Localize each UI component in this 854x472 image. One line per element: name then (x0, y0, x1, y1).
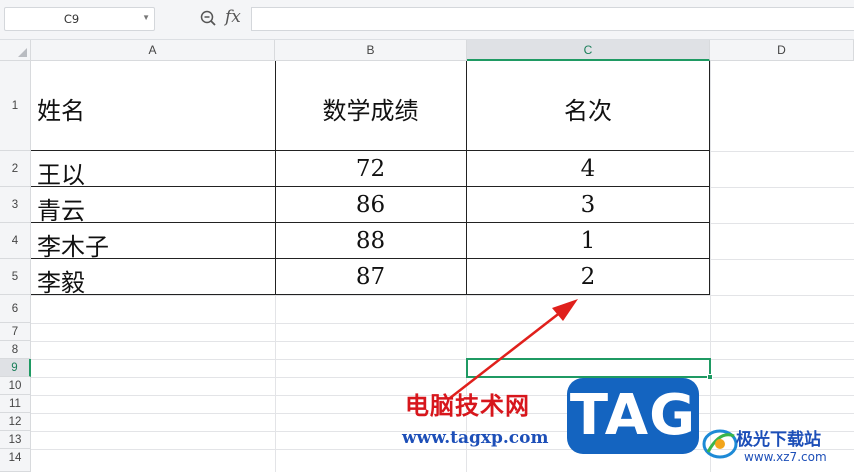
table-border (31, 222, 710, 223)
cell-score[interactable]: 87 (275, 264, 466, 290)
column-header-a[interactable]: A (31, 40, 275, 61)
table-border (31, 294, 710, 295)
column-header-b[interactable]: B (275, 40, 467, 61)
gridline (710, 61, 711, 472)
cell-b1-header-score[interactable]: 数学成绩 (275, 91, 466, 126)
select-all-button[interactable] (0, 40, 31, 61)
row-header-9[interactable]: 9 (0, 359, 31, 377)
cell-name[interactable]: 李毅 (37, 263, 85, 298)
gridline (31, 295, 710, 296)
column-header-c[interactable]: C (467, 40, 710, 61)
cell-score[interactable]: 88 (275, 228, 466, 254)
row-header-10[interactable]: 10 (0, 377, 31, 395)
cell-reference: C9 (63, 12, 80, 26)
row-header-4[interactable]: 4 (0, 223, 31, 259)
gridline (710, 295, 854, 296)
cell-score[interactable]: 86 (275, 192, 466, 218)
row-header-7[interactable]: 7 (0, 323, 31, 341)
row-header-2[interactable]: 2 (0, 151, 31, 187)
gridline (31, 341, 854, 342)
table-border (31, 186, 710, 187)
row-header-8[interactable]: 8 (0, 341, 31, 359)
name-box[interactable]: C9 ▼ (4, 7, 155, 31)
gridline (710, 151, 854, 152)
cell-c1-header-rank[interactable]: 名次 (466, 91, 710, 126)
tag-logo: TAG (567, 378, 699, 454)
row-header-1[interactable]: 1 (0, 61, 31, 151)
cell-a1-header-name[interactable]: 姓名 (37, 91, 85, 126)
row-header-5[interactable]: 5 (0, 259, 31, 295)
table-border (31, 258, 710, 259)
row-header-14[interactable]: 14 (0, 449, 31, 472)
formula-bar: C9 ▼ fx (0, 0, 854, 40)
jiguang-title: 极光下载站 (736, 430, 821, 450)
fx-icon[interactable]: fx (225, 7, 241, 27)
cell-rank[interactable]: 3 (466, 192, 710, 218)
cell-rank[interactable]: 1 (466, 228, 710, 254)
row-header-12[interactable]: 12 (0, 413, 31, 431)
gridline (31, 359, 854, 360)
gridline (710, 259, 854, 260)
table-border (31, 150, 710, 151)
cell-name[interactable]: 李木子 (37, 227, 109, 262)
fill-handle[interactable] (707, 374, 713, 380)
jiguang-url: www.xz7.com (744, 450, 827, 464)
row-header-13[interactable]: 13 (0, 431, 31, 449)
select-all-icon (18, 48, 27, 57)
zoom-formula-icon[interactable] (199, 9, 219, 29)
gridline (710, 223, 854, 224)
cell-rank[interactable]: 2 (466, 264, 710, 290)
row-header-11[interactable]: 11 (0, 395, 31, 413)
watermark-site-name: 电脑技术网 (405, 392, 530, 420)
column-header-d[interactable]: D (710, 40, 854, 61)
gridline (31, 377, 854, 378)
gridline (31, 323, 854, 324)
formula-input[interactable] (251, 7, 854, 31)
cell-rank[interactable]: 4 (466, 156, 710, 182)
row-header-3[interactable]: 3 (0, 187, 31, 223)
cell-score[interactable]: 72 (275, 156, 466, 182)
cell-name[interactable]: 青云 (37, 191, 85, 226)
cell-name[interactable]: 王以 (37, 155, 85, 190)
row-header-6[interactable]: 6 (0, 295, 31, 323)
gridline (710, 187, 854, 188)
selected-cell-c9[interactable] (466, 358, 713, 380)
watermark-site-url: www.tagxp.com (402, 428, 549, 448)
dropdown-arrow-icon[interactable]: ▼ (142, 13, 150, 22)
